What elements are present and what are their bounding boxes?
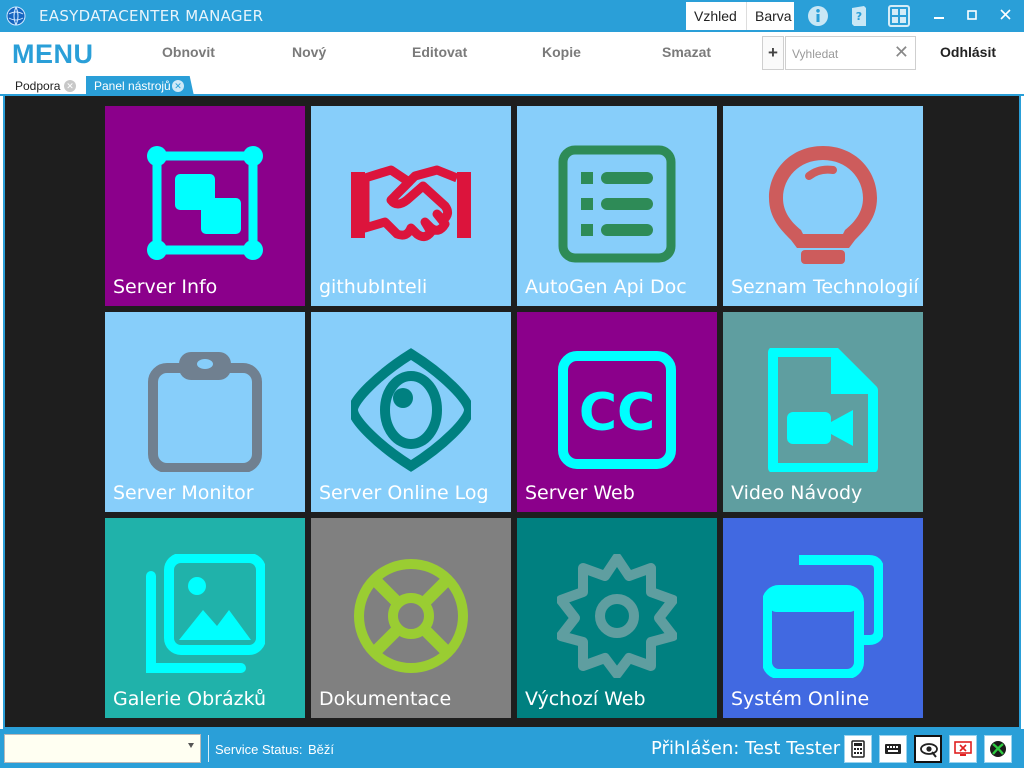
server-info-icon — [147, 146, 263, 260]
chevron-down-icon[interactable] — [188, 743, 194, 748]
windows-icon — [763, 555, 883, 678]
svg-text:?: ? — [856, 10, 862, 23]
tab-podpora[interactable]: Podpora ✕ — [1, 76, 83, 96]
image-gallery-icon — [146, 554, 265, 673]
closed-caption-icon: CC — [558, 351, 676, 469]
tab-close-icon[interactable]: ✕ — [172, 80, 184, 92]
tile-label: githubInteli — [319, 276, 428, 298]
status-combobox[interactable] — [4, 734, 201, 763]
tile-label: AutoGen Api Doc — [525, 276, 687, 298]
add-button[interactable]: + — [762, 36, 784, 70]
tile-vychozi-web[interactable]: Výchozí Web — [517, 518, 717, 718]
tile-dokumentace[interactable]: Dokumentace — [311, 518, 511, 718]
screen-eye-icon — [920, 743, 938, 758]
tile-server-web[interactable]: CC Server Web — [517, 312, 717, 512]
menu-title[interactable]: MENU — [12, 39, 94, 70]
tab-label: Podpora — [15, 79, 61, 93]
dashboard-icon[interactable] — [887, 4, 911, 28]
tile-label: Seznam Technologií — [731, 276, 919, 298]
eye-icon — [351, 348, 471, 472]
maximize-icon — [967, 10, 977, 20]
separator — [208, 735, 209, 762]
tab-panel-nastroju[interactable]: Panel nástrojů ✕ — [86, 76, 194, 96]
tile-system-online[interactable]: Systém Online — [723, 518, 923, 718]
keyboard-icon — [885, 744, 901, 754]
handshake-icon — [351, 165, 471, 242]
svg-text:CC: CC — [579, 383, 655, 443]
xbox-icon — [990, 741, 1006, 757]
monitor-error-icon — [954, 741, 972, 756]
logged-in-user: Přihlášen: Test Tester — [651, 738, 841, 759]
new-button[interactable]: Nový — [292, 44, 326, 60]
tile-githubinteli[interactable]: githubInteli — [311, 106, 511, 306]
app-title: EASYDATACENTER MANAGER — [39, 7, 264, 25]
tile-seznam-technologii[interactable]: Seznam Technologií — [723, 106, 923, 306]
tile-label: Server Info — [113, 276, 218, 298]
delete-button[interactable]: Smazat — [662, 44, 711, 60]
tile-label: Server Monitor — [113, 482, 254, 504]
monitor-error-button[interactable] — [949, 735, 977, 763]
tile-server-monitor[interactable]: Server Monitor — [105, 312, 305, 512]
tab-close-icon[interactable]: ✕ — [64, 80, 76, 92]
title-bar: EASYDATACENTER MANAGER Vzhled Barva ? — [0, 0, 1024, 32]
tab-barva[interactable]: Barva — [746, 2, 794, 30]
tile-server-info[interactable]: Server Info — [105, 106, 305, 306]
tile-label: Video Návody — [731, 482, 863, 504]
screen-eye-button[interactable] — [914, 735, 942, 763]
lifebuoy-icon — [354, 559, 468, 673]
minimize-button[interactable] — [922, 0, 956, 32]
service-status-value: Běží — [308, 742, 335, 757]
refresh-button[interactable]: Obnovit — [162, 44, 215, 60]
info-icon[interactable] — [806, 4, 830, 28]
dashboard-panel: Server Info githubInteli AutoGen Api Doc… — [3, 96, 1021, 729]
calculator-icon — [851, 740, 865, 758]
tile-label: Výchozí Web — [525, 688, 646, 710]
lightbulb-icon — [769, 146, 877, 264]
keyboard-button[interactable] — [879, 735, 907, 763]
video-file-icon — [768, 348, 878, 472]
tile-galerie-obrazku[interactable]: Galerie Obrázků — [105, 518, 305, 718]
close-icon — [999, 9, 1011, 20]
list-document-icon — [558, 145, 676, 263]
tile-server-online-log[interactable]: Server Online Log — [311, 312, 511, 512]
help-book-icon[interactable]: ? — [847, 4, 871, 28]
app-logo-icon — [6, 6, 26, 26]
edit-button[interactable]: Editovat — [412, 44, 467, 60]
tile-video-navody[interactable]: Video Návody — [723, 312, 923, 512]
close-button[interactable] — [988, 0, 1022, 32]
tile-label: Dokumentace — [319, 688, 452, 710]
tile-label: Server Web — [525, 482, 635, 504]
tile-label: Server Online Log — [319, 482, 489, 504]
clipboard-icon — [148, 352, 262, 472]
service-status-label: Service Status: — [215, 742, 303, 757]
xbox-button[interactable] — [984, 735, 1012, 763]
logout-button[interactable]: Odhlásit — [940, 44, 996, 60]
gear-icon — [557, 554, 677, 678]
status-bar: Service Status: Běží Přihlášen: Test Tes… — [0, 729, 1024, 768]
tab-label: Panel nástrojů — [94, 79, 171, 93]
tile-label: Systém Online — [731, 688, 870, 710]
calculator-button[interactable] — [844, 735, 872, 763]
search-box: ✕ — [785, 36, 916, 70]
menu-bar: MENU Obnovit Nový Editovat Kopie Smazat … — [0, 32, 1024, 74]
tile-label: Galerie Obrázků — [113, 688, 267, 710]
minimize-icon — [934, 17, 944, 19]
copy-button[interactable]: Kopie — [542, 44, 581, 60]
search-input[interactable] — [792, 45, 892, 63]
maximize-button[interactable] — [955, 0, 989, 32]
clear-search-icon[interactable]: ✕ — [894, 42, 909, 63]
tab-vzhled[interactable]: Vzhled — [686, 2, 746, 30]
document-tabs: Podpora ✕ Panel nástrojů ✕ — [0, 74, 1024, 96]
tile-autogen-api-doc[interactable]: AutoGen Api Doc — [517, 106, 717, 306]
